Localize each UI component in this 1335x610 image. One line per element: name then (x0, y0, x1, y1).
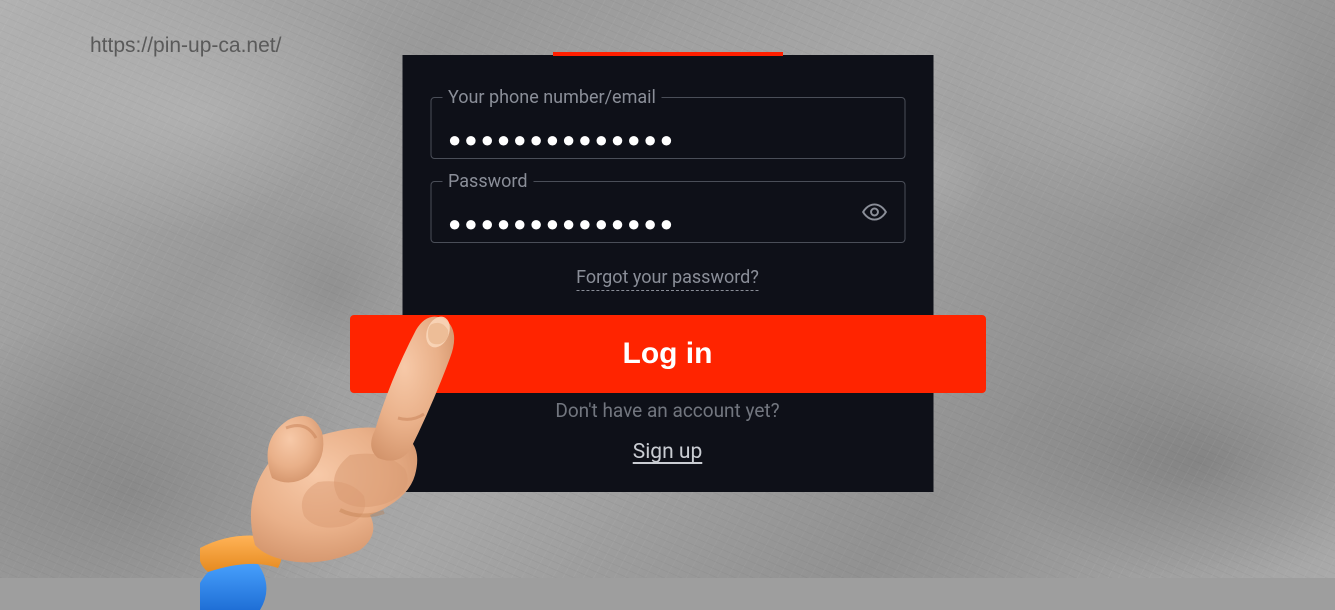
password-field-wrap: Password ●●●●●●●●●●●●●● (430, 181, 905, 243)
forgot-password-link[interactable]: Forgot your password? (576, 267, 759, 291)
password-label: Password (442, 171, 534, 192)
login-button[interactable]: Log in (350, 315, 986, 393)
username-field-wrap: Your phone number/email ●●●●●●●●●●●●●● (430, 97, 905, 159)
signup-link[interactable]: Sign up (633, 440, 703, 464)
eye-icon (861, 199, 887, 225)
login-modal: Your phone number/email ●●●●●●●●●●●●●● P… (402, 55, 933, 492)
tab-indicator (553, 52, 783, 56)
no-account-text: Don't have an account yet? (430, 399, 905, 422)
toggle-password-visibility[interactable] (857, 195, 891, 229)
username-label: Your phone number/email (442, 87, 662, 108)
page-url-overlay: https://pin-up-ca.net/ (90, 34, 281, 58)
